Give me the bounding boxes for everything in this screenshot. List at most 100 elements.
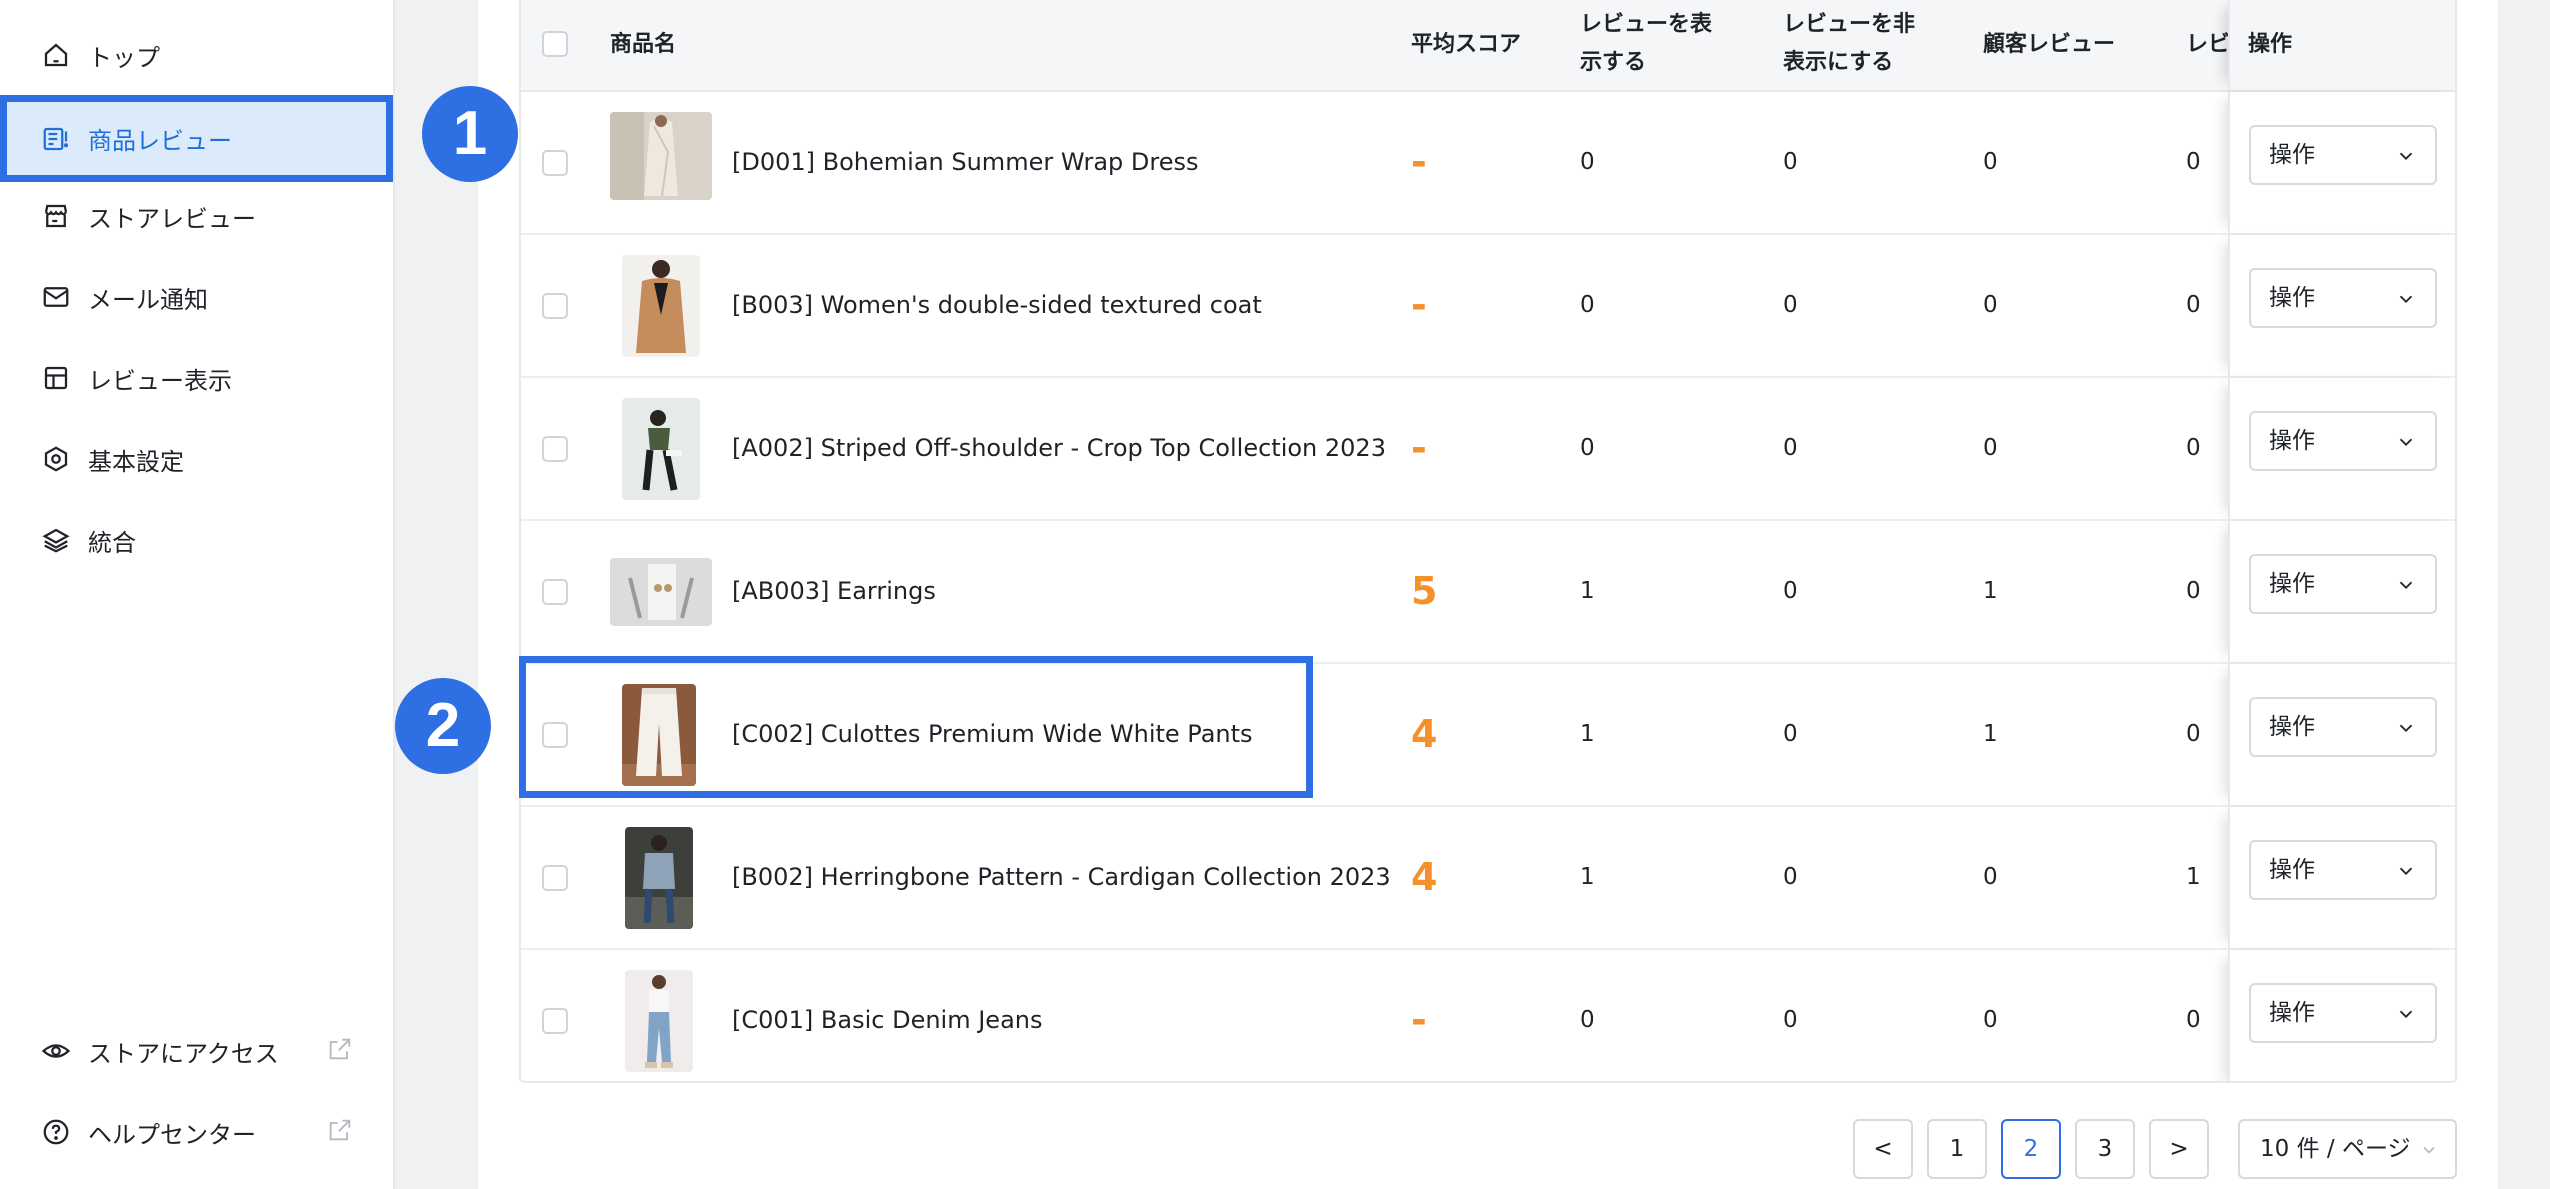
sidebar-item-store-reviews[interactable]: ストアレビュー	[0, 176, 393, 256]
chevron-down-icon	[2399, 581, 2413, 590]
header-product-name[interactable]: 商品名	[610, 26, 676, 64]
action-dropdown[interactable]: 操作	[2249, 125, 2437, 185]
table-row: [C002] Culottes Premium Wide White Pants…	[521, 664, 2455, 807]
product-thumbnail[interactable]	[622, 398, 700, 500]
hide-reviews-count: 0	[1783, 864, 1798, 890]
product-thumbnail[interactable]	[625, 827, 693, 929]
action-dropdown-label: 操作	[2269, 285, 2315, 311]
action-dropdown-label: 操作	[2269, 428, 2315, 454]
product-name[interactable]: [C001] Basic Denim Jeans	[732, 950, 1043, 1081]
sidebar-item-label: 商品レビュー	[88, 127, 232, 155]
hide-reviews-count: 0	[1783, 149, 1798, 175]
page-size-label: 10 件 / ページ	[2260, 1136, 2411, 1162]
page-size-select[interactable]: 10 件 / ページ	[2238, 1119, 2457, 1179]
product-thumbnail[interactable]	[625, 970, 693, 1072]
pagination-page-3[interactable]: 3	[2075, 1119, 2135, 1179]
external-link-icon	[326, 1116, 354, 1144]
truncated-column-count: 0	[2186, 292, 2201, 318]
average-score: 5	[1411, 569, 1438, 613]
row-checkbox[interactable]	[542, 150, 568, 176]
row-checkbox[interactable]	[542, 436, 568, 462]
product-name[interactable]: [B003] Women's double-sided textured coa…	[732, 235, 1262, 376]
product-review-icon	[40, 123, 72, 155]
pagination-page-1[interactable]: 1	[1927, 1119, 1987, 1179]
step-badge-1: 1	[422, 86, 518, 182]
sidebar-item-review-display[interactable]: レビュー表示	[0, 338, 393, 418]
pagination-prev-button[interactable]: <	[1853, 1119, 1913, 1179]
average-score: 4	[1411, 712, 1438, 756]
chevron-down-icon	[2399, 724, 2413, 733]
product-name[interactable]: [D001] Bohemian Summer Wrap Dress	[732, 92, 1199, 233]
table-row: [D001] Bohemian Summer Wrap Dress - 0 0 …	[521, 92, 2455, 235]
sidebar-item-product-reviews[interactable]: 商品レビュー	[0, 95, 393, 182]
chevron-down-icon	[2399, 438, 2413, 447]
product-name[interactable]: [A002] Striped Off-shoulder - Crop Top C…	[732, 378, 1386, 519]
step-badge-2: 2	[395, 678, 491, 774]
sidebar-item-help-center[interactable]: ヘルプセンター	[0, 1092, 393, 1172]
sidebar-item-label: 統合	[88, 528, 136, 557]
chevron-down-icon	[2399, 1010, 2413, 1019]
row-checkbox[interactable]	[542, 579, 568, 605]
sidebar-item-label: ストアレビュー	[88, 204, 256, 233]
select-all-checkbox[interactable]	[542, 31, 568, 57]
mail-icon	[40, 281, 72, 313]
hide-reviews-count: 0	[1783, 1007, 1798, 1033]
product-name[interactable]: [AB003] Earrings	[732, 521, 936, 662]
action-dropdown[interactable]: 操作	[2249, 268, 2437, 328]
header-truncated-column[interactable]: レビ	[2186, 26, 2230, 64]
pagination-next-button[interactable]: >	[2149, 1119, 2209, 1179]
chevron-down-icon	[2399, 152, 2413, 161]
layout-icon	[40, 362, 72, 394]
average-score: 4	[1411, 855, 1438, 899]
show-reviews-count: 0	[1580, 435, 1595, 461]
sidebar-item-mail-notifications[interactable]: メール通知	[0, 257, 393, 337]
row-checkbox[interactable]	[542, 722, 568, 748]
store-icon	[40, 200, 72, 232]
row-checkbox[interactable]	[542, 293, 568, 319]
row-checkbox[interactable]	[542, 1008, 568, 1034]
customer-reviews-count: 0	[1983, 292, 1998, 318]
action-cell: 操作	[2228, 807, 2455, 948]
action-dropdown[interactable]: 操作	[2249, 411, 2437, 471]
action-dropdown[interactable]: 操作	[2249, 554, 2437, 614]
customer-reviews-count: 0	[1983, 864, 1998, 890]
header-hide-reviews[interactable]: レビューを非表示にする	[1783, 6, 1933, 82]
action-dropdown[interactable]: 操作	[2249, 840, 2437, 900]
row-checkbox[interactable]	[542, 865, 568, 891]
show-reviews-count: 0	[1580, 292, 1595, 318]
layers-icon	[40, 524, 72, 556]
product-name[interactable]: [B002] Herringbone Pattern - Cardigan Co…	[732, 807, 1391, 948]
sidebar-item-top[interactable]: トップ	[0, 15, 393, 95]
sidebar-item-label: トップ	[88, 43, 160, 72]
sidebar-item-integrations[interactable]: 統合	[0, 500, 393, 580]
action-cell: 操作	[2228, 950, 2455, 1081]
product-name[interactable]: [C002] Culottes Premium Wide White Pants	[732, 664, 1253, 805]
action-dropdown[interactable]: 操作	[2249, 983, 2437, 1043]
table-row: [C001] Basic Denim Jeans - 0 0 0 0 操作	[521, 950, 2455, 1081]
product-thumbnail[interactable]	[610, 558, 712, 626]
sidebar-item-label: ヘルプセンター	[88, 1120, 256, 1149]
chevron-down-icon	[2423, 1146, 2435, 1154]
action-dropdown-label: 操作	[2269, 714, 2315, 740]
product-thumbnail[interactable]	[622, 255, 700, 357]
header-average-score[interactable]: 平均スコア	[1411, 26, 1521, 64]
sidebar-item-basic-settings[interactable]: 基本設定	[0, 419, 393, 499]
table-row: [B002] Herringbone Pattern - Cardigan Co…	[521, 807, 2455, 950]
header-show-reviews[interactable]: レビューを表示する	[1580, 6, 1730, 82]
sidebar-item-visit-store[interactable]: ストアにアクセス	[0, 1011, 393, 1091]
header-customer-reviews[interactable]: 顧客レビュー	[1983, 26, 2115, 64]
pagination-page-2[interactable]: 2	[2001, 1119, 2061, 1179]
hide-reviews-count: 0	[1783, 292, 1798, 318]
chevron-down-icon	[2399, 867, 2413, 876]
hide-reviews-count: 0	[1783, 578, 1798, 604]
action-dropdown-label: 操作	[2269, 142, 2315, 168]
product-thumbnail[interactable]	[610, 112, 712, 200]
average-score: -	[1411, 283, 1427, 327]
product-thumbnail[interactable]	[622, 684, 696, 786]
customer-reviews-count: 1	[1983, 578, 1998, 604]
action-dropdown-label: 操作	[2269, 1000, 2315, 1026]
action-dropdown[interactable]: 操作	[2249, 697, 2437, 757]
average-score: -	[1411, 998, 1427, 1042]
customer-reviews-count: 0	[1983, 1007, 1998, 1033]
truncated-column-count: 0	[2186, 435, 2201, 461]
